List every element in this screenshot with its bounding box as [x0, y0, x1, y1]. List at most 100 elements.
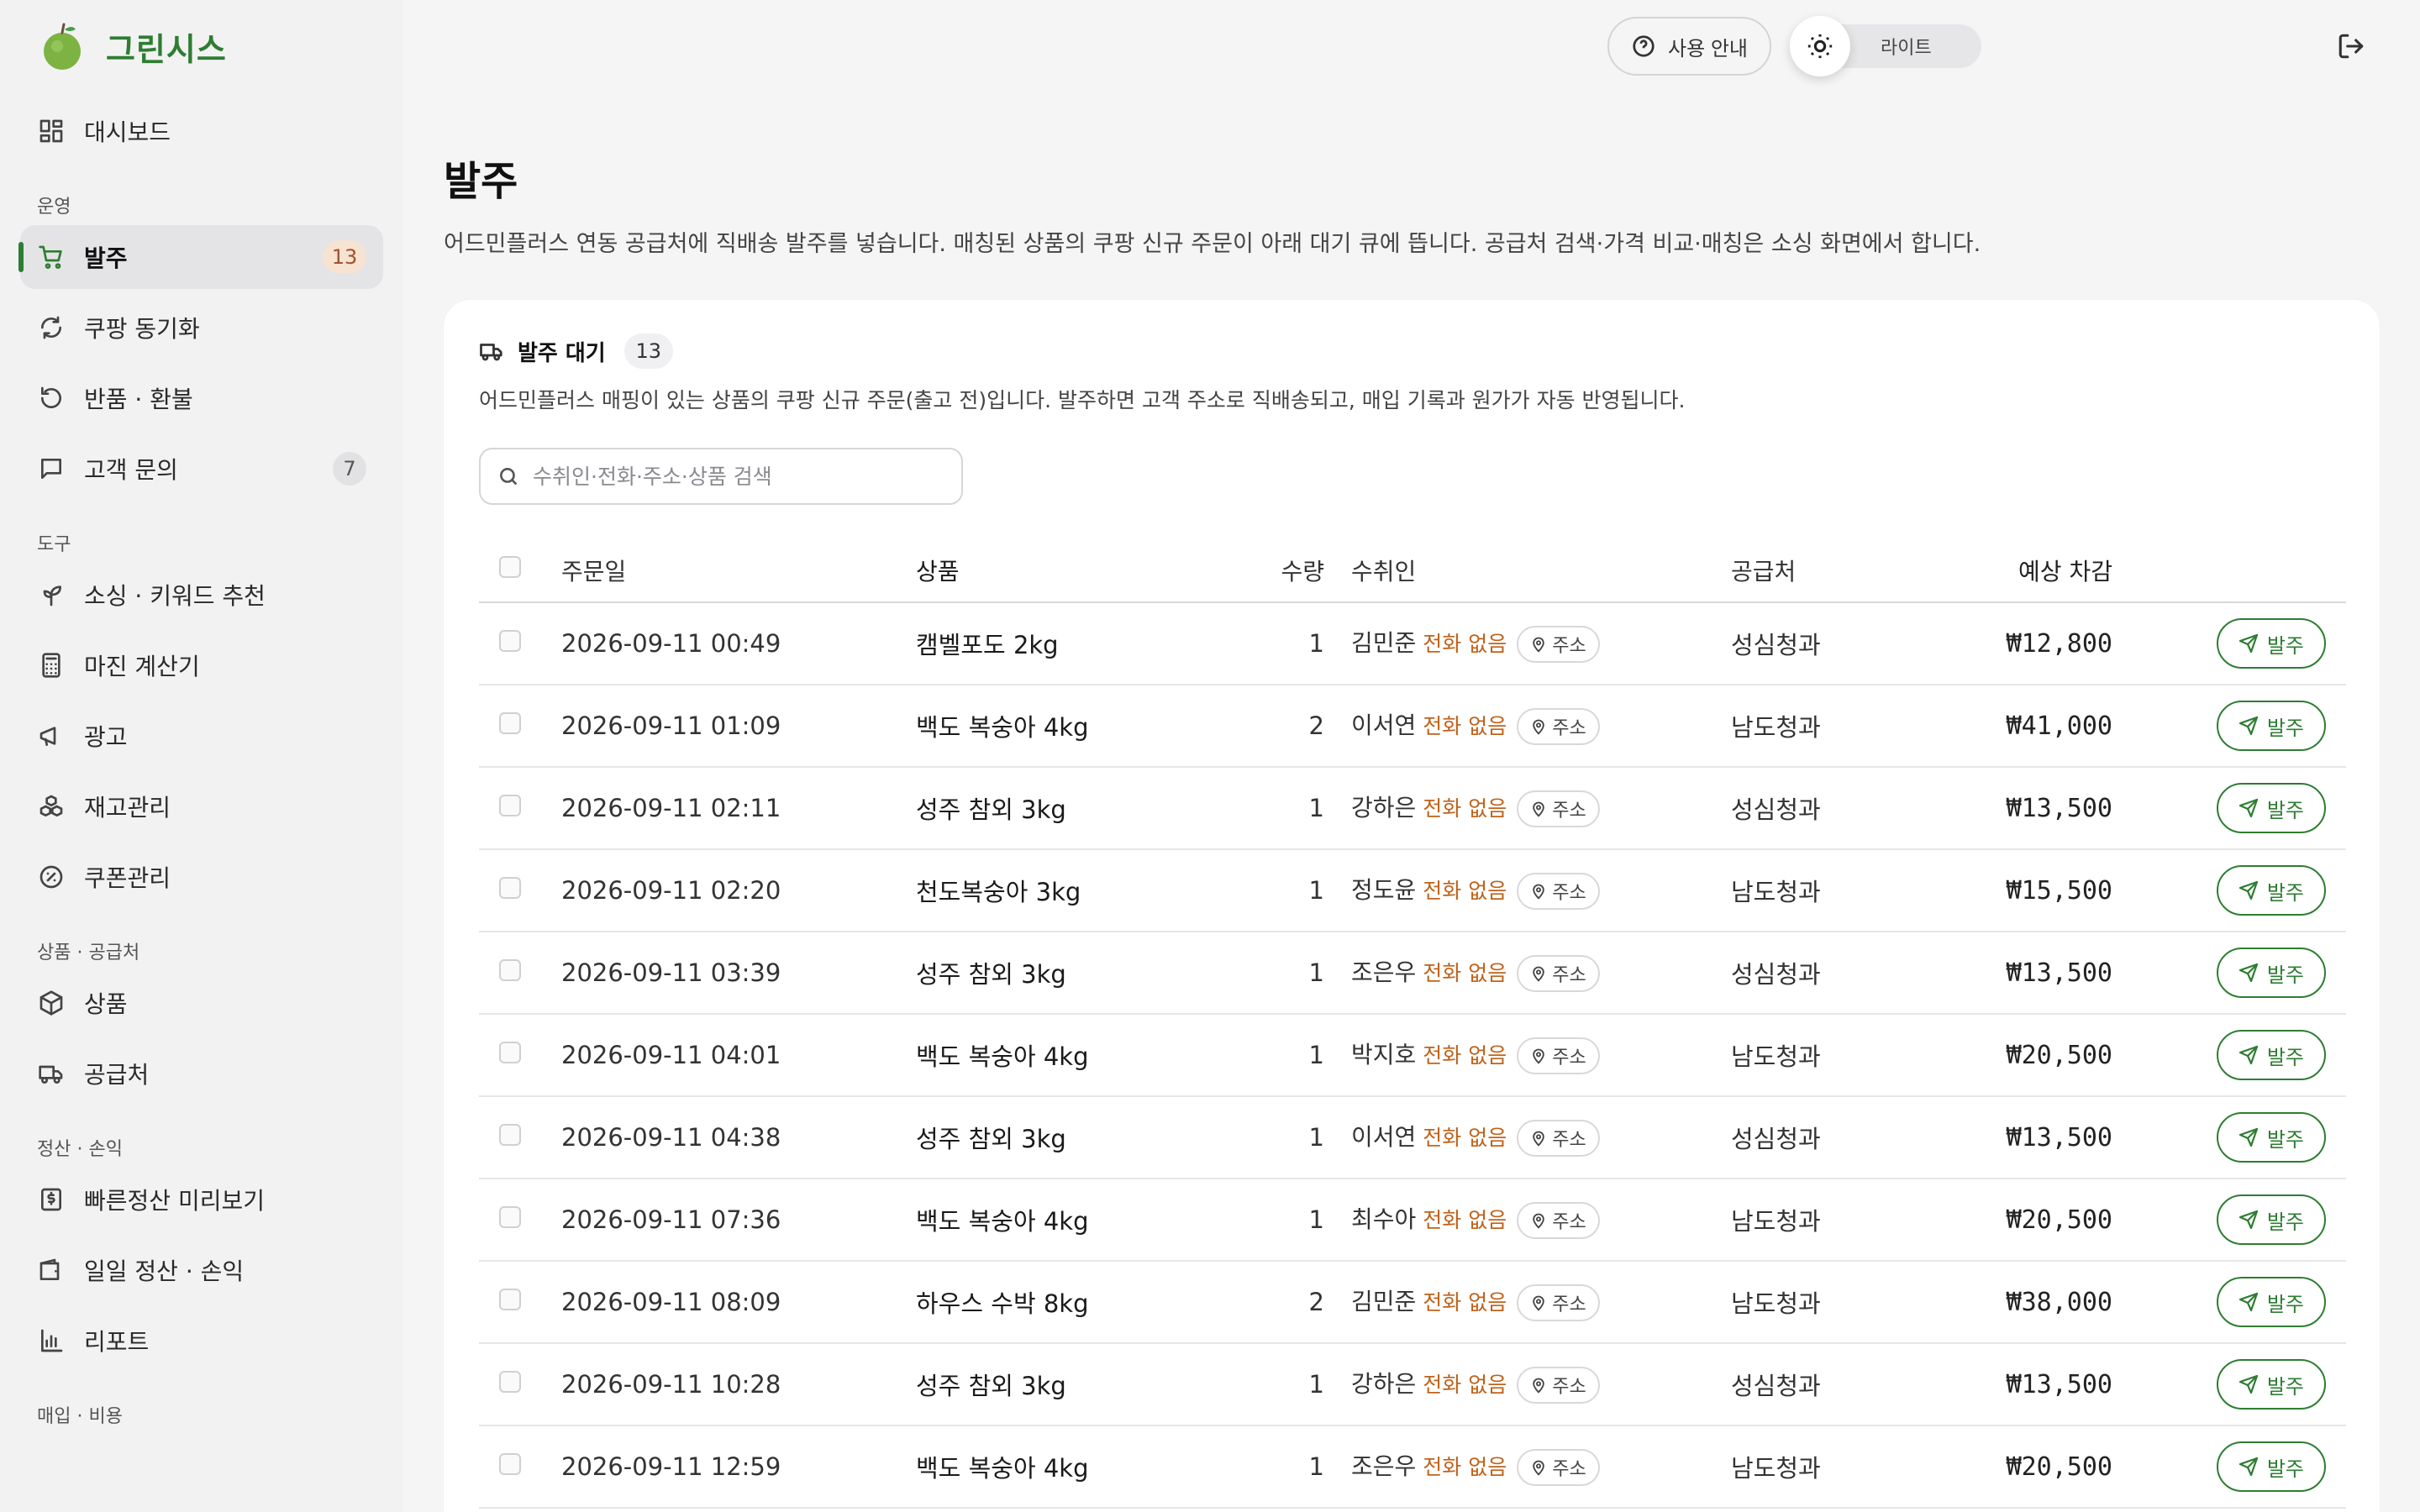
row-checkbox[interactable]: [499, 712, 521, 734]
address-button-label: 주소: [1552, 1047, 1586, 1068]
sidebar-item-margin[interactable]: 마진 계산기: [20, 633, 383, 697]
address-button[interactable]: 주소: [1517, 1366, 1600, 1404]
col-amount[interactable]: 예상 차감: [1933, 538, 2112, 603]
sidebar-item-returns[interactable]: 반품 · 환불: [20, 366, 383, 430]
address-button[interactable]: 주소: [1517, 1201, 1600, 1239]
address-button[interactable]: 주소: [1517, 1119, 1600, 1157]
address-button[interactable]: 주소: [1517, 1448, 1600, 1486]
theme-toggle[interactable]: 라이트: [1790, 16, 1981, 76]
col-receiver[interactable]: 수취인: [1324, 538, 1731, 603]
send-icon: [2238, 1292, 2258, 1312]
place-order-button[interactable]: 발주: [2216, 1441, 2326, 1492]
apple-icon: [44, 23, 81, 70]
sidebar-item-label: 반품 · 환불: [84, 386, 193, 413]
send-icon: [2238, 1045, 2258, 1065]
row-select-cell: [479, 1425, 561, 1509]
address-button[interactable]: 주소: [1517, 707, 1600, 745]
supplier-name: 남도청과: [1731, 1261, 1933, 1344]
place-order-button[interactable]: 발주: [2216, 701, 2326, 751]
action-cell: 발주: [2112, 602, 2346, 685]
row-checkbox[interactable]: [499, 877, 521, 899]
calculator-icon: [37, 651, 66, 680]
action-cell: 발주: [2112, 1096, 2346, 1179]
place-order-button[interactable]: 발주: [2216, 865, 2326, 916]
place-order-button[interactable]: 발주: [2216, 1194, 2326, 1245]
place-order-label: 발주: [2266, 1128, 2304, 1152]
row-select-cell: [479, 1096, 561, 1179]
sidebar-section-ops: 운영: [37, 197, 71, 218]
sidebar-item-order[interactable]: 발주 13: [18, 225, 383, 289]
col-supplier[interactable]: 공급처: [1731, 538, 1933, 603]
sidebar-item-label: 재고관리: [84, 794, 171, 822]
map-pin-icon: [1533, 1131, 1544, 1147]
product-name: 천도복숭아 3kg: [916, 849, 1225, 932]
place-order-button[interactable]: 발주: [2216, 1030, 2326, 1080]
place-order-button[interactable]: 발주: [2216, 783, 2326, 833]
place-order-button[interactable]: 발주: [2216, 1359, 2326, 1410]
row-checkbox[interactable]: [499, 1453, 521, 1475]
table-row: 2026-09-11 08:09 하우스 수박 8kg 2 김민준 전화 없음 주소…: [479, 1261, 2346, 1344]
send-icon: [2238, 880, 2258, 900]
row-checkbox[interactable]: [499, 1371, 521, 1393]
place-order-label: 발주: [2266, 634, 2304, 658]
receiver-name: 최수아: [1351, 1205, 1417, 1233]
row-checkbox[interactable]: [499, 1206, 521, 1228]
col-qty[interactable]: 수량: [1225, 538, 1324, 603]
address-button[interactable]: 주소: [1517, 790, 1600, 827]
col-date[interactable]: 주문일: [561, 538, 916, 603]
address-button[interactable]: 주소: [1517, 954, 1600, 992]
expected-deduction: ₩13,500: [1933, 1096, 2112, 1179]
supplier-name: 성심청과: [1731, 932, 1933, 1015]
sidebar-item-dashboard[interactable]: 대시보드: [20, 99, 383, 163]
supplier-name: 성심청과: [1731, 1096, 1933, 1179]
sidebar-item-coupon[interactable]: 쿠폰관리: [20, 845, 383, 909]
address-button[interactable]: 주소: [1517, 872, 1600, 910]
sidebar-item-ads[interactable]: 광고: [20, 704, 383, 768]
product-name: 백도 복숭아 4kg: [916, 685, 1225, 768]
place-order-button[interactable]: 발주: [2216, 1112, 2326, 1163]
boxes-icon: [37, 792, 66, 821]
expected-deduction: ₩13,500: [1933, 767, 2112, 850]
brand[interactable]: 그린시스: [20, 0, 383, 92]
map-pin-icon: [1533, 1378, 1544, 1394]
place-order-button[interactable]: 발주: [2216, 1277, 2326, 1327]
row-checkbox[interactable]: [499, 1124, 521, 1146]
quantity: 1: [1225, 1014, 1324, 1097]
help-button[interactable]: 사용 안내: [1607, 17, 1771, 76]
sidebar-item-quick-settle[interactable]: 빠른정산 미리보기: [20, 1168, 383, 1231]
receiver-cell: 강하은 전화 없음 주소: [1324, 767, 1731, 850]
sidebar-item-supplier[interactable]: 공급처: [20, 1042, 383, 1105]
sidebar-item-report[interactable]: 리포트: [20, 1309, 383, 1373]
action-cell: 발주: [2112, 1261, 2346, 1344]
logout-button[interactable]: [2329, 24, 2373, 68]
place-order-button[interactable]: 발주: [2216, 948, 2326, 998]
address-button[interactable]: 주소: [1517, 1037, 1600, 1074]
sidebar-item-label: 광고: [84, 723, 128, 751]
sidebar-item-label: 고객 문의: [84, 456, 178, 484]
row-checkbox[interactable]: [499, 630, 521, 652]
row-checkbox[interactable]: [499, 1042, 521, 1063]
select-all-checkbox[interactable]: [499, 556, 521, 578]
row-checkbox[interactable]: [499, 795, 521, 816]
col-product[interactable]: 상품: [916, 538, 1225, 603]
row-checkbox[interactable]: [499, 959, 521, 981]
sidebar-item-sourcing[interactable]: 소싱 · 키워드 추천: [20, 563, 383, 627]
expected-deduction: ₩20,500: [1933, 1179, 2112, 1262]
receiver-name: 조은우: [1351, 1452, 1417, 1480]
order-date: 2026-09-11 04:01: [561, 1014, 916, 1097]
sidebar-item-product[interactable]: 상품: [20, 971, 383, 1035]
place-order-button[interactable]: 발주: [2216, 618, 2326, 669]
theme-label: 라이트: [1881, 38, 1932, 59]
address-button[interactable]: 주소: [1517, 1284, 1600, 1321]
sidebar-item-inventory[interactable]: 재고관리: [20, 774, 383, 838]
address-button[interactable]: 주소: [1517, 625, 1600, 663]
search-input[interactable]: [533, 464, 944, 489]
sidebar-item-daily-settle[interactable]: 일일 정산 · 손익: [20, 1238, 383, 1302]
no-phone-label: 전화 없음: [1423, 795, 1507, 821]
row-checkbox[interactable]: [499, 1289, 521, 1310]
table-row: 2026-09-11 02:20 천도복숭아 3kg 1 정도윤 전화 없음 주소 …: [479, 849, 2346, 932]
map-pin-icon: [1533, 1213, 1544, 1229]
send-icon: [2238, 1457, 2258, 1477]
sidebar-item-inquiry[interactable]: 고객 문의 7: [20, 437, 383, 501]
sidebar-item-coupang-sync[interactable]: 쿠팡 동기화: [20, 296, 383, 360]
